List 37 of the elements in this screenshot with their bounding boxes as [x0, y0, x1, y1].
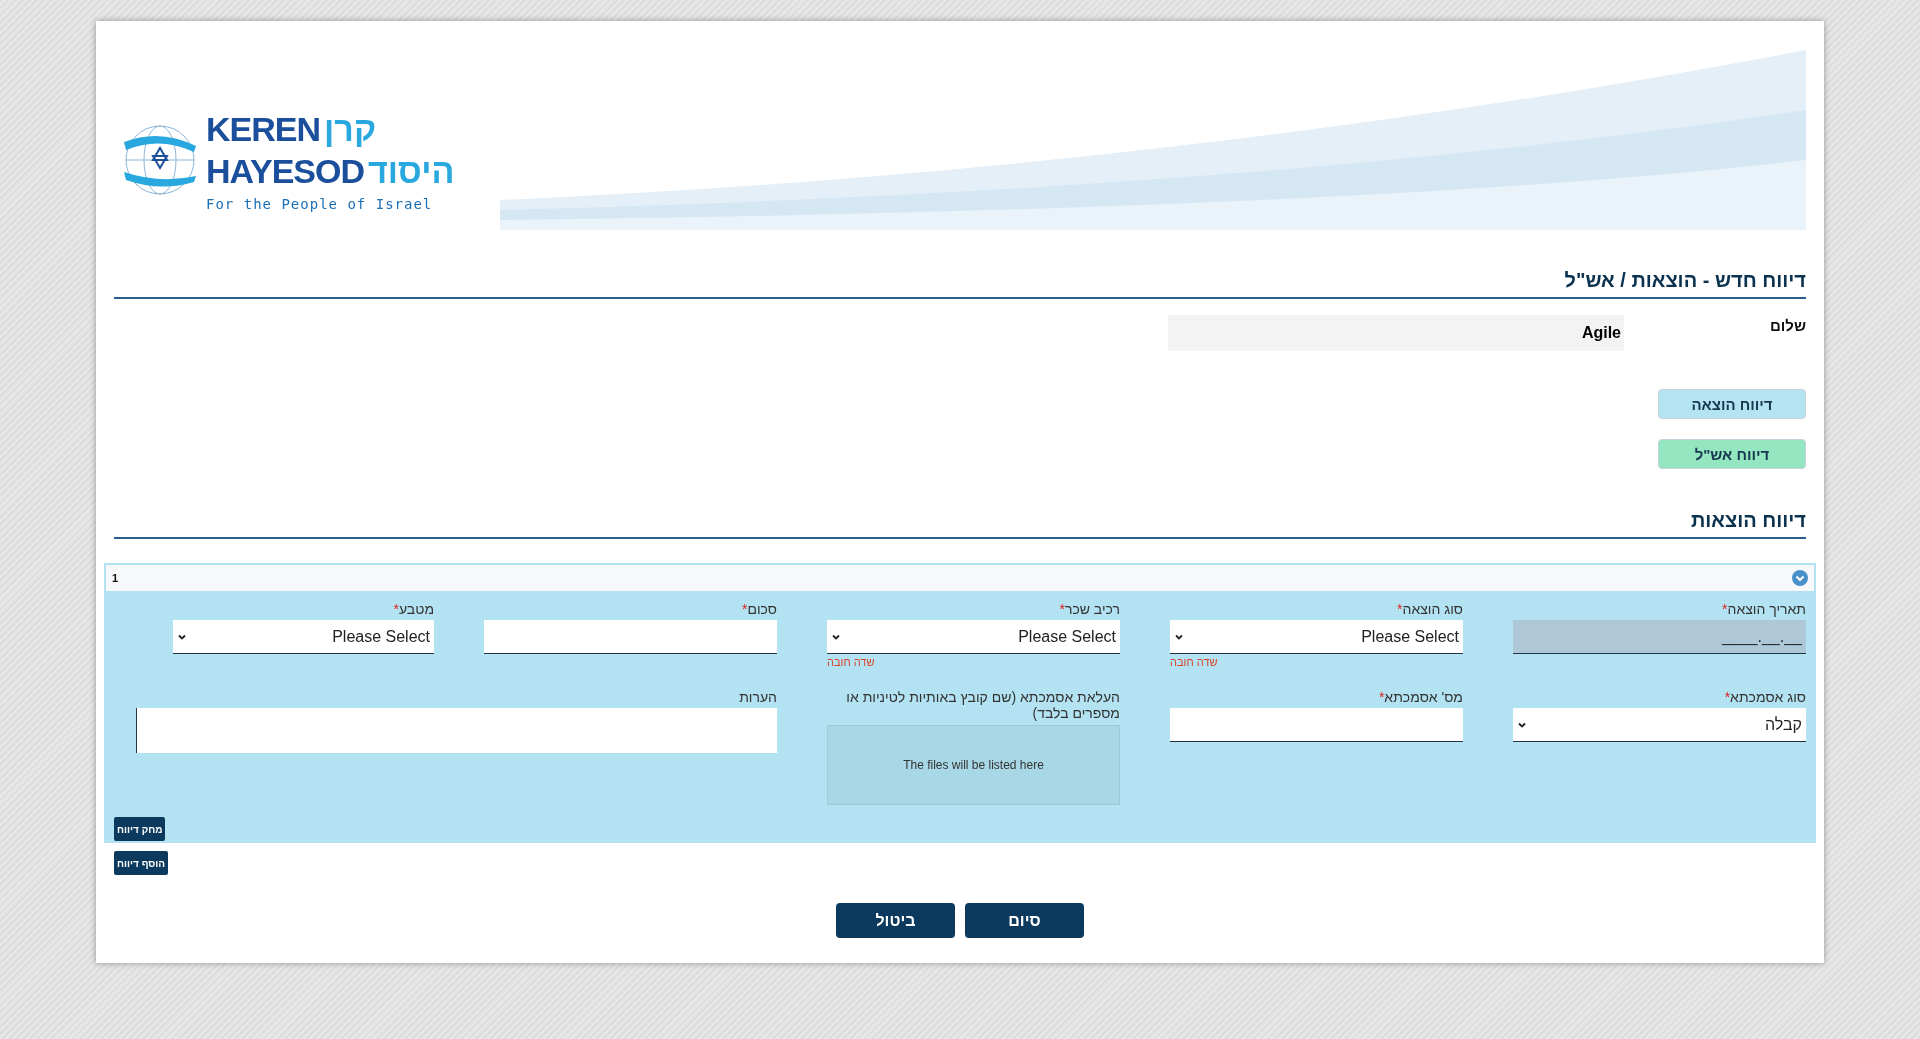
- logo-wordmark: HAYESOD: [206, 151, 365, 192]
- footer-button[interactable]: ביטול: [836, 903, 955, 938]
- select-dropdown[interactable]: Please Select: [827, 620, 1120, 654]
- user-name-field: Agile: [1168, 315, 1624, 351]
- field-label: סוג אסמכתא*: [1723, 689, 1806, 705]
- error-message: שדה חובה: [827, 656, 875, 668]
- text-input[interactable]: [484, 620, 777, 654]
- delete-report-button[interactable]: מחק דיווח: [114, 817, 166, 841]
- select-dropdown[interactable]: Please Select: [1170, 620, 1463, 654]
- entry-number: 1: [112, 572, 119, 584]
- field-label: רכיב שכר*: [1058, 601, 1120, 617]
- greeting-label: שלום: [1769, 316, 1806, 334]
- report-type-button[interactable]: דיווח הוצאה: [1658, 389, 1806, 419]
- field-label: מס' אסמכתא*: [1377, 689, 1463, 705]
- logo-wordmark: KEREN: [206, 109, 321, 150]
- field-label: סוג הוצאה*: [1396, 601, 1463, 617]
- field-label: מטבע*: [392, 601, 434, 617]
- select-dropdown[interactable]: Please Select: [173, 620, 434, 654]
- logo-tagline: For the People of Israel: [206, 196, 434, 212]
- file-drop-area[interactable]: The files will be listed here: [827, 725, 1120, 805]
- field-label: העלאת אסמכתא (שם קובץ באותיות לטיניות או מספרים בלבד): [845, 689, 1120, 721]
- logo-hebrew-wordmark: קרן: [324, 109, 377, 150]
- date-input[interactable]: __.__.____: [1513, 620, 1806, 654]
- footer-button[interactable]: סיום: [965, 903, 1084, 938]
- section-title: דיווח הוצאות: [114, 501, 1806, 539]
- logo-hebrew-wordmark: היסוד: [368, 151, 455, 192]
- text-input[interactable]: [1170, 708, 1463, 742]
- collapse-icon[interactable]: [1792, 570, 1808, 586]
- page-title: דיווח חדש - הוצאות / אש"ל: [114, 261, 1806, 299]
- field-label: תאריך הוצאה*: [1721, 601, 1806, 617]
- select-dropdown[interactable]: קבלה: [1513, 708, 1806, 742]
- error-message: שדה חובה: [1170, 656, 1218, 668]
- field-label: סכום*: [741, 601, 777, 617]
- notes-input[interactable]: [136, 708, 777, 753]
- field-label: הערות: [738, 689, 777, 705]
- report-type-button[interactable]: דיווח אש"ל: [1658, 439, 1806, 469]
- add-report-button[interactable]: הוסף דיווח: [114, 851, 169, 875]
